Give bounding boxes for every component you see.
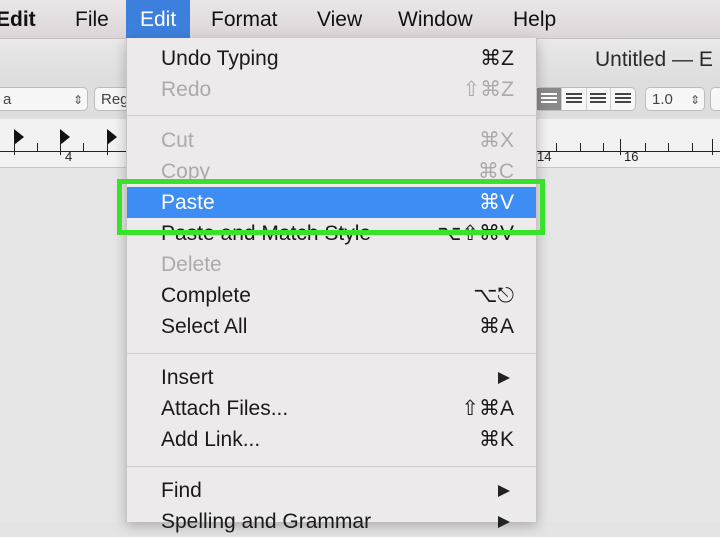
menu-item-label: Select All [161,315,248,338]
list-select[interactable] [710,87,720,111]
menu-item-shortcut: ⌘X [478,129,514,152]
ruler-tick [83,143,84,151]
ruler-tick [620,139,621,155]
menu-item-delete: Delete [127,249,536,280]
align-justify-button[interactable] [610,88,635,110]
alignment-group [536,87,636,111]
ruler-tick [60,139,61,155]
tab-stop-icon[interactable] [107,129,117,145]
align-right-button[interactable] [585,88,611,110]
menu-item-label: Insert [161,366,214,389]
menu-item-label: Add Link... [161,428,261,451]
menu-separator [127,115,536,116]
menubar-help[interactable]: Help [513,0,556,38]
menu-item-shortcut: ⌘K [478,428,514,451]
font-style-value: Reg [101,91,129,108]
menu-item-label: Attach Files... [161,397,289,420]
menu-item-label: Cut [161,129,194,152]
menu-item-find[interactable]: Find [127,475,536,506]
menubar-window[interactable]: Window [398,0,473,38]
ruler-number: 14 [537,149,552,164]
ruler-tick [645,143,646,151]
tab-stop-icon[interactable] [14,129,24,145]
menu-item-label: Find [161,479,202,502]
ruler-tick [692,143,693,151]
menu-item-redo: Redo ⇧⌘Z [127,74,536,105]
menu-bar: Edit File Edit Format View Window Help [0,0,720,39]
tab-stop-icon[interactable] [60,129,70,145]
ruler-tick [580,143,581,151]
submenu-arrow-icon [498,485,510,497]
menu-item-select-all[interactable]: Select All ⌘A [127,311,536,342]
menu-item-label: Complete [161,284,251,307]
ruler-tick [107,139,108,155]
submenu-arrow-icon [498,372,510,384]
align-left-button[interactable] [537,88,561,110]
menu-item-shortcut: ⌘A [478,315,514,338]
edit-menu: Undo Typing ⌘Z Redo ⇧⌘Z Cut ⌘X Copy ⌘C P… [126,38,537,533]
menu-item-shortcut: ⇧⌘Z [462,78,514,101]
menubar-app-edit[interactable]: Edit [0,0,36,38]
menu-item-insert[interactable]: Insert [127,362,536,393]
menu-item-complete[interactable]: Complete ⌥⎋ [127,280,536,311]
menu-separator [127,353,536,354]
align-left-icon [540,93,557,105]
menu-item-label: Undo Typing [161,47,279,70]
ruler-tick [603,143,604,151]
document-title: Untitled — E [595,48,713,71]
ruler-tick [668,143,669,151]
ruler-tick [14,139,15,155]
submenu-arrow-icon [498,516,510,528]
align-justify-icon [615,93,632,105]
menu-item-shortcut: ⇧⌘A [461,397,514,420]
select-arrows-icon: ⇕ [689,93,700,107]
menubar-edit[interactable]: Edit [126,0,191,38]
menubar-view[interactable]: View [317,0,362,38]
select-arrows-icon: ⇕ [72,93,83,107]
ruler-number: 4 [65,149,73,164]
menubar-file[interactable]: File [75,0,109,38]
font-family-value: a [3,91,12,108]
font-family-select[interactable]: a ⇕ [0,87,88,111]
menu-item-attach-files[interactable]: Attach Files... ⇧⌘A [127,393,536,424]
menu-item-shortcut: ⌘Z [480,47,514,70]
line-spacing-select[interactable]: 1.0 ⇕ [645,87,705,111]
ruler-number: 16 [624,149,639,164]
align-center-icon [565,93,582,105]
menu-item-label: Delete [161,253,222,276]
ruler-tick [37,143,38,151]
menu-item-undo-typing[interactable]: Undo Typing ⌘Z [127,43,536,74]
ruler-tick [556,143,557,151]
menu-item-shortcut: ⌥⎋ [473,284,514,307]
menu-item-cut: Cut ⌘X [127,125,536,156]
menu-separator [127,466,536,467]
menubar-format[interactable]: Format [211,0,278,38]
ruler-tick [712,139,713,155]
align-right-icon [590,93,607,105]
align-center-button[interactable] [560,88,586,110]
line-spacing-value: 1.0 [652,91,673,108]
paste-highlight-box [117,179,545,235]
menu-item-add-link[interactable]: Add Link... ⌘K [127,424,536,455]
menu-item-label: Redo [161,78,212,101]
